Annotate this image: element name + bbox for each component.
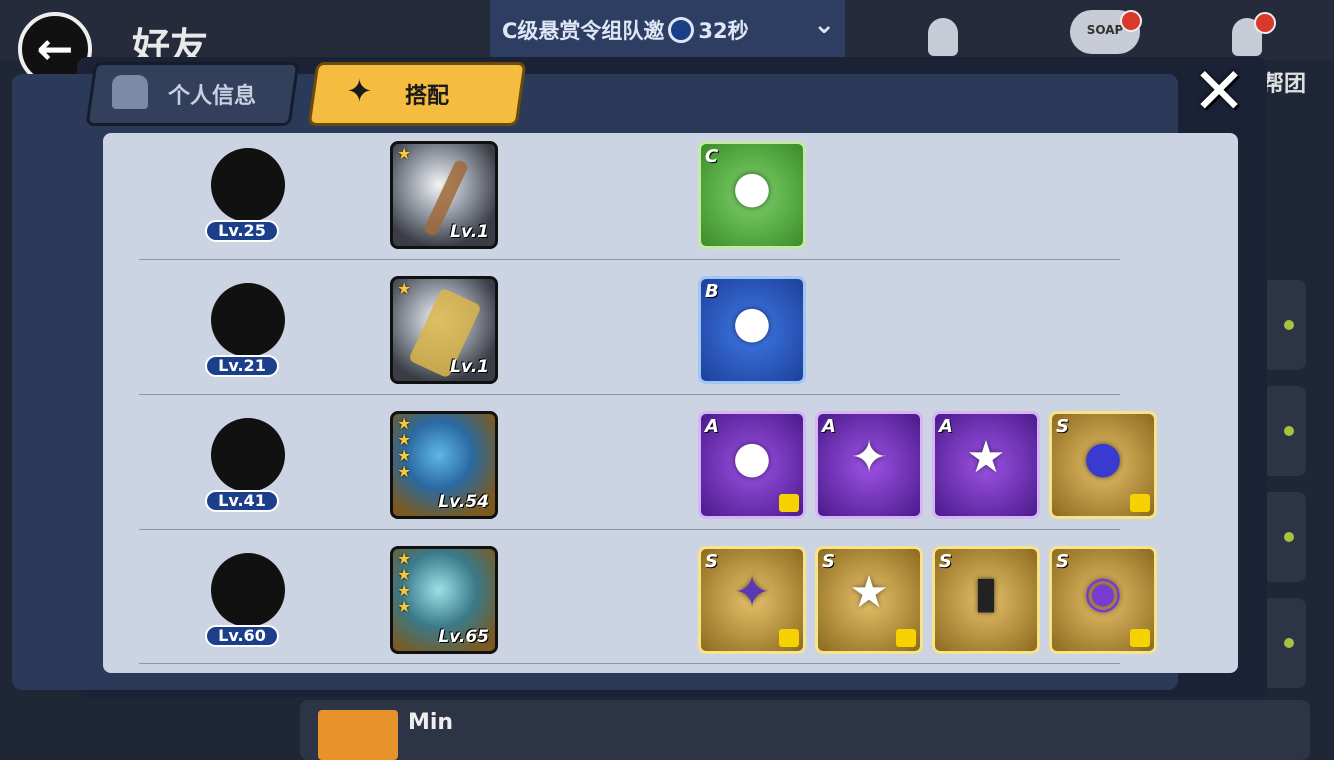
weapon-stars: ★ ★ ★ ★ — [397, 414, 412, 481]
ninja-avatar[interactable]: Lv.60 — [193, 543, 305, 653]
weapon-stars: ★ — [397, 279, 412, 298]
weapon-card[interactable]: ★ ★ ★ ★ Lv.65 — [390, 546, 498, 654]
ninja-level: Lv.25 — [205, 220, 279, 242]
equipped-mark-icon — [779, 629, 799, 647]
star-drum-icon: ★ — [849, 567, 889, 618]
notice-text: C级悬赏令组队邀 — [502, 19, 665, 43]
equipped-mark-icon — [1130, 494, 1150, 512]
shuriken-icon: ✦ — [346, 72, 373, 110]
notice-timer: 32秒 — [698, 19, 749, 43]
notification-dot — [1120, 10, 1142, 32]
profile-card-icon — [112, 75, 148, 109]
weapon-card[interactable]: ★ ★ ★ ★ Lv.54 — [390, 411, 498, 519]
online-dot — [1284, 638, 1294, 648]
lineup-panel: Lv.25 ★ Lv.1 C ● Lv.21 ★ Lv.1 B ● Lv.41 … — [103, 133, 1238, 673]
equipped-mark-icon — [779, 494, 799, 512]
back-arrow-icon: ← — [36, 23, 74, 75]
row-divider — [139, 259, 1120, 260]
item-card[interactable]: S ★ — [815, 546, 923, 654]
weapon-level: Lv.65 — [438, 627, 489, 647]
row-divider — [139, 663, 1120, 664]
ninja-avatar[interactable]: Lv.25 — [193, 138, 305, 248]
ninja-portrait — [211, 283, 285, 357]
weapon-level: Lv.1 — [450, 357, 489, 377]
tab-personal-info-label: 个人信息 — [168, 84, 257, 109]
ninja-portrait — [211, 553, 285, 627]
ninja-level: Lv.60 — [205, 625, 279, 647]
tab-lineup-label: 搭配 — [405, 84, 450, 109]
online-dot — [1284, 320, 1294, 330]
friend-name: Min — [408, 710, 454, 735]
item-card[interactable]: A ● — [698, 411, 806, 519]
item-card[interactable]: A ✦ — [815, 411, 923, 519]
equipped-mark-icon — [896, 629, 916, 647]
shuriken-icon: ✦ — [850, 432, 888, 483]
ninja-portrait — [211, 418, 285, 492]
weapon-level: Lv.1 — [450, 222, 489, 242]
lucky-cat-pouch-icon: ● — [732, 297, 772, 348]
add-friend-button[interactable] — [918, 12, 974, 60]
add-friend-icon — [928, 18, 958, 56]
friend-row[interactable]: Min — [300, 700, 1310, 760]
kunai-star-icon: ✦ — [733, 567, 771, 618]
friend-row[interactable] — [1262, 492, 1306, 582]
band-button[interactable] — [1222, 12, 1278, 60]
purple-ring-icon: ◉ — [1083, 567, 1123, 618]
item-card[interactable]: S ▮ — [932, 546, 1040, 654]
chevron-down-icon[interactable]: ⌄ — [813, 10, 835, 40]
row-divider — [139, 394, 1120, 395]
dark-orb-icon: ● — [1083, 432, 1123, 483]
friend-row[interactable] — [1262, 598, 1306, 688]
online-dot — [1284, 426, 1294, 436]
band-label: 帮团 — [1262, 72, 1307, 97]
ninja-portrait — [211, 148, 285, 222]
lucky-cat-pouch-icon: ● — [732, 162, 772, 213]
item-card[interactable]: S ● — [1049, 411, 1157, 519]
item-card[interactable]: B ● — [698, 276, 806, 384]
weapon-stars: ★ ★ ★ ★ — [397, 549, 412, 616]
item-card[interactable]: C ● — [698, 141, 806, 249]
friend-row[interactable] — [1262, 386, 1306, 476]
weapon-level: Lv.54 — [438, 492, 489, 512]
item-card[interactable]: S ✦ — [698, 546, 806, 654]
ninja-level: Lv.21 — [205, 355, 279, 377]
equipped-mark-icon — [1130, 629, 1150, 647]
weapon-card[interactable]: ★ Lv.1 — [390, 141, 498, 249]
friend-row[interactable] — [1262, 280, 1306, 370]
close-button[interactable]: ✕ — [1186, 60, 1252, 124]
star-drum-icon: ★ — [966, 432, 1006, 483]
close-icon: ✕ — [1192, 55, 1246, 129]
clock-icon — [668, 17, 695, 43]
ninja-avatar[interactable]: Lv.21 — [193, 273, 305, 383]
scroll-icon: ▮ — [973, 567, 999, 618]
soap-label: SOAP — [1086, 23, 1124, 37]
weapon-card[interactable]: ★ Lv.1 — [390, 276, 498, 384]
item-card[interactable]: S ◉ — [1049, 546, 1157, 654]
ninja-level: Lv.41 — [205, 490, 279, 512]
item-card[interactable]: A ★ — [932, 411, 1040, 519]
friend-avatar — [318, 710, 398, 760]
notification-dot — [1254, 12, 1276, 34]
row-divider — [139, 529, 1120, 530]
team-invite-notice[interactable]: C级悬赏令组队邀 32秒 ⌄ — [490, 0, 845, 60]
ninja-avatar[interactable]: Lv.41 — [193, 408, 305, 518]
daruma-icon: ● — [732, 432, 772, 483]
weapon-stars: ★ — [397, 144, 412, 163]
online-dot — [1284, 532, 1294, 542]
